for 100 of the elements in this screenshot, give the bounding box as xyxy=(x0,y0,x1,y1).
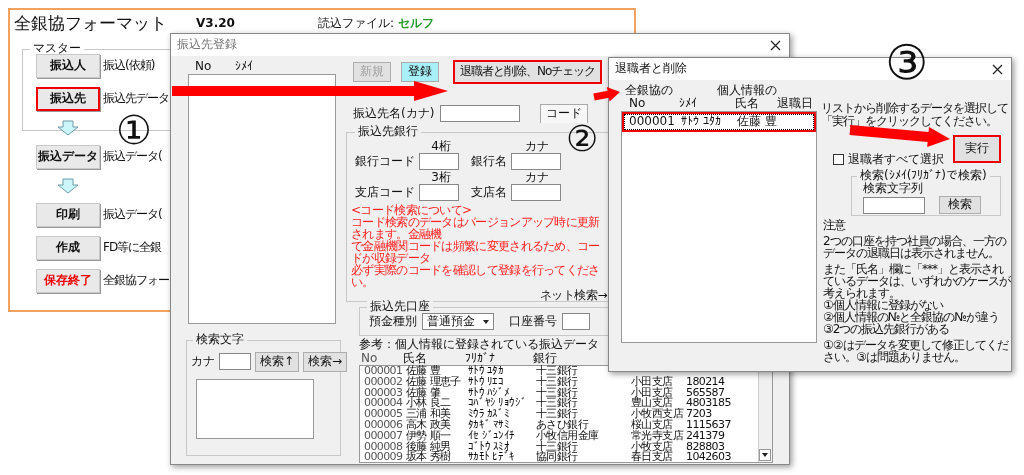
table-cell-text: 春日支店 xyxy=(631,452,674,464)
table-cell-text: 十三銀行 xyxy=(536,376,579,388)
table-cell-text: 佐藤 肇 xyxy=(406,387,441,399)
search-button[interactable]: 検索→ xyxy=(303,352,348,372)
menu-button[interactable]: 振込人 xyxy=(36,54,100,78)
notes-title: 注意 xyxy=(823,219,847,231)
notice-text: <コード検索について> xyxy=(351,204,473,216)
input-field[interactable] xyxy=(419,184,459,201)
input-field[interactable] xyxy=(219,353,251,371)
table-cell-text: 000002 xyxy=(364,376,404,388)
window-title: 振込先登録 xyxy=(177,38,237,52)
menu-button[interactable]: 振込先 xyxy=(36,87,100,111)
version-label: V3.20 xyxy=(196,17,235,31)
input-field[interactable] xyxy=(863,196,925,214)
table-cell-text: 三浦 和美 xyxy=(406,409,452,420)
input-field[interactable] xyxy=(419,153,459,170)
execute-button[interactable]: 実行 xyxy=(953,135,1001,163)
table-cell-text: 000004 xyxy=(364,398,404,410)
step-number: ① xyxy=(116,110,152,150)
input-field[interactable] xyxy=(562,313,590,330)
dialog-title: 退職者と削除 xyxy=(615,62,687,76)
menu-description: 全銀協フォー xyxy=(103,274,169,288)
table-cell-text: 000001 xyxy=(364,366,404,377)
table-cell-text: 1115637 xyxy=(686,420,732,431)
table-cell-text: 000008 xyxy=(364,441,404,453)
hint-label: カナ xyxy=(524,140,550,152)
field-label: 預金種別 xyxy=(369,314,417,329)
group-label: 検索(ｼﾒｲ(ﾌﾘｶﾞﾅ)で検索) xyxy=(857,169,990,183)
column-header: ｼﾒｲ xyxy=(235,60,254,74)
table-cell-text: 000005 xyxy=(364,409,404,420)
section-title: 参考：個人情報に登録されている振込データ xyxy=(359,338,599,352)
input-field[interactable] xyxy=(511,184,561,201)
table-cell-text: 小田支店 xyxy=(631,376,674,388)
notice-text: で金融機関コードは頻繁に変更されるため、コードが収録データ xyxy=(351,240,601,264)
table-cell-text: ｻﾄｳ ﾊｼﾞﾒ xyxy=(468,387,510,399)
table-cell-text: 小牧西支店 xyxy=(631,409,685,420)
toolbar-button[interactable]: 退職者と削除、Noチェック xyxy=(453,60,603,84)
table-cell-text: ｺﾊﾞﾔｼ ﾘｮｳｼﾞ xyxy=(468,398,528,410)
note-text: 2つの口座を持つ社員の場合、一方のデータの退職日は表示されません。 xyxy=(823,235,1008,259)
column-header: ｼﾒｲ xyxy=(679,97,698,111)
table-cell-text: ｻﾄｳ ﾕﾀｶ xyxy=(468,366,505,377)
arrow xyxy=(593,86,620,102)
menu-button[interactable]: 印刷 xyxy=(36,203,100,227)
menu-button[interactable]: 保存終了 xyxy=(36,269,100,293)
table-cell-text: 828803 xyxy=(686,441,725,453)
field-label: 振込先名(カナ) xyxy=(353,106,435,121)
search-link[interactable]: ネット検索→ xyxy=(539,289,607,301)
close-icon[interactable] xyxy=(992,63,1003,75)
table-cell-text: 000003 xyxy=(364,387,404,399)
dropdown[interactable]: 普通預金 xyxy=(422,313,494,330)
hint-label: 3桁 xyxy=(430,171,452,183)
table-cell-text: 十三銀行 xyxy=(536,366,579,377)
checkbox-label: 退職者すべて選択 xyxy=(848,153,944,167)
table-cell-text: 000007 xyxy=(364,430,404,442)
field-label: 支店名 xyxy=(471,185,508,200)
field-label: 口座番号 xyxy=(509,314,557,329)
table-cell-text: 高木 政美 xyxy=(406,420,452,431)
table-cell-text: 565587 xyxy=(686,387,725,399)
menu-button[interactable]: 作成 xyxy=(36,236,100,260)
hint-label: 4桁 xyxy=(430,140,452,152)
table-cell-text: 4803185 xyxy=(686,398,732,410)
column-header: No xyxy=(361,352,379,366)
column-header: 銀行 xyxy=(533,352,558,365)
group-label: 振込先口座 xyxy=(367,300,433,314)
column-header: 氏名 xyxy=(403,352,428,365)
table-cell-text: 後藤 純男 xyxy=(406,441,452,453)
search-button[interactable]: 検索 xyxy=(939,196,981,214)
search-button[interactable]: 検索↑ xyxy=(255,352,300,372)
table-cell-text: 桜山支店 xyxy=(631,420,673,431)
table-cell-text: 佐藤 理恵子 xyxy=(406,376,462,388)
column-group-label: 個人情報の xyxy=(717,84,777,97)
field-label: 検索文字列 xyxy=(863,182,924,196)
column-header: No xyxy=(629,97,647,111)
list-row[interactable]: 000001 ｻﾄｳ ﾕﾀｶ 佐藤 豊 xyxy=(624,114,814,130)
menu-description: FD等に全銀 xyxy=(103,241,162,255)
file-label: 読込ファイル: xyxy=(318,17,395,31)
menu-button[interactable]: 振込データ xyxy=(36,145,100,169)
table-cell-text: 1042603 xyxy=(686,452,732,464)
close-icon[interactable] xyxy=(770,39,781,51)
tab[interactable]: コード xyxy=(540,104,589,123)
input-field[interactable] xyxy=(511,153,561,170)
list-box[interactable] xyxy=(196,379,314,439)
field-label: 支店コード xyxy=(355,185,416,200)
column-header: 氏名 xyxy=(735,97,759,111)
app-title: 全銀協フォーマット xyxy=(14,14,167,34)
table-cell-text: あさひ銀行 xyxy=(536,420,589,431)
table-cell-text: ｻｶﾓﾄ ﾋﾃﾞｷ xyxy=(468,452,516,464)
file-name: セルフ xyxy=(398,17,434,31)
menu-description: 振込データ( xyxy=(103,150,162,164)
instruction-text: リストから削除するデータを選択して「実行」をクリックしてください。 xyxy=(821,102,1009,129)
checkbox[interactable] xyxy=(833,154,844,166)
toolbar-button[interactable]: 登録 xyxy=(401,62,439,82)
column-header: No xyxy=(195,60,212,74)
table-cell-text: 180214 xyxy=(686,376,726,388)
input-field[interactable] xyxy=(440,104,521,122)
field-label: 銀行名 xyxy=(471,154,508,169)
table-cell-text: 000009 xyxy=(364,452,404,464)
group-label: 検索文字 xyxy=(193,333,247,347)
list-box[interactable] xyxy=(188,74,336,324)
menu-description: 振込データ( xyxy=(103,208,162,222)
